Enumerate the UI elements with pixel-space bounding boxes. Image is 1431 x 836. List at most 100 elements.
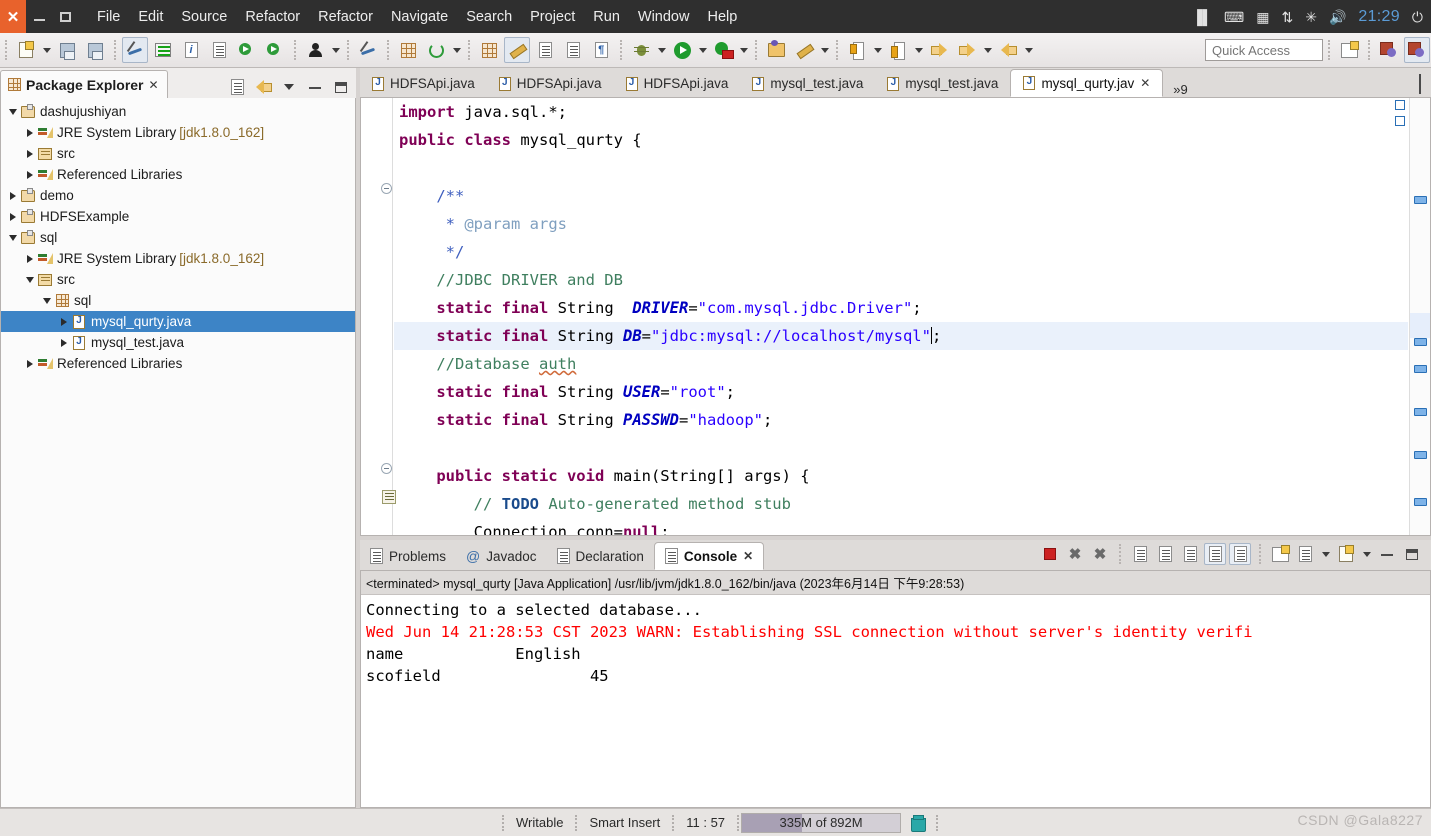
search-marker-button[interactable] xyxy=(476,37,502,63)
code-line[interactable]: static final String DRIVER="com.mysql.jd… xyxy=(394,294,1408,322)
editor-tab[interactable]: mysql_qurty.jav ✕ xyxy=(1010,69,1164,97)
menu-item-search[interactable]: Search xyxy=(457,6,521,28)
twisty-collapsed-icon[interactable] xyxy=(24,360,36,368)
previous-annotation-button[interactable] xyxy=(926,37,952,63)
refresh-dropdown[interactable] xyxy=(450,37,463,63)
perspective-java[interactable] xyxy=(1404,37,1430,63)
twisty-collapsed-icon[interactable] xyxy=(24,171,36,179)
run-coverage-dropdown[interactable] xyxy=(737,37,750,63)
menu-item-project[interactable]: Project xyxy=(521,6,584,28)
menu-item-run[interactable]: Run xyxy=(584,6,629,28)
maximize-view-icon[interactable] xyxy=(330,76,352,98)
toggle-link-button[interactable] xyxy=(122,37,148,63)
code-line[interactable]: public static void main(String[] args) { xyxy=(394,462,1408,490)
menu-item-source[interactable]: Source xyxy=(172,6,236,28)
new-wizard-button[interactable] xyxy=(13,37,39,63)
project-tree[interactable]: dashujushiyan JRE System Library [jdk1.8.0… xyxy=(0,98,356,808)
keyboard-icon[interactable]: ⌨ xyxy=(1224,10,1244,24)
view-menu-chevron-down-icon[interactable] xyxy=(278,76,300,98)
perspective-java-ee[interactable] xyxy=(1376,37,1402,63)
link-editor-icon[interactable] xyxy=(252,76,274,98)
refresh-button[interactable] xyxy=(423,37,449,63)
properties-button[interactable] xyxy=(206,37,232,63)
run-gc-button[interactable] xyxy=(901,812,934,834)
new-wizard-dropdown[interactable] xyxy=(40,37,53,63)
twisty-collapsed-icon[interactable] xyxy=(24,255,36,263)
check-in-dropdown[interactable] xyxy=(871,37,884,63)
menu-item-window[interactable]: Window xyxy=(629,6,699,28)
minimize-console-button[interactable] xyxy=(1376,543,1398,565)
run-coverage-button[interactable] xyxy=(710,37,736,63)
ruler-marker[interactable] xyxy=(1414,408,1427,416)
outline-marker-icon[interactable] xyxy=(1395,100,1405,110)
show-console-on-output-button[interactable] xyxy=(1204,543,1226,565)
overview-ruler[interactable] xyxy=(1409,98,1430,535)
code-line[interactable]: //Database auth xyxy=(394,350,1408,378)
tree-item[interactable]: sql xyxy=(1,227,355,248)
console-tab-close-icon[interactable]: ✕ xyxy=(743,549,753,563)
back-button[interactable] xyxy=(954,37,980,63)
input-method-icon[interactable]: ▐▌ xyxy=(1192,10,1212,24)
open-type-button[interactable] xyxy=(763,37,789,63)
console-output[interactable]: Connecting to a selected database... Wed … xyxy=(361,595,1430,687)
console-body[interactable]: <terminated> mysql_qurty [Java Applicati… xyxy=(360,570,1431,808)
twisty-collapsed-icon[interactable] xyxy=(24,150,36,158)
back-dropdown[interactable] xyxy=(981,37,994,63)
twisty-expanded-icon[interactable] xyxy=(24,277,36,283)
table-button[interactable] xyxy=(560,37,586,63)
user-button[interactable] xyxy=(302,37,328,63)
folding-column[interactable] xyxy=(379,98,396,535)
display-console-button[interactable] xyxy=(1294,543,1316,565)
pin-console-button[interactable] xyxy=(1269,543,1291,565)
code-line[interactable]: * @param args xyxy=(394,210,1408,238)
code-line[interactable] xyxy=(394,434,1408,462)
tree-item[interactable]: JRE System Library [jdk1.8.0_162] xyxy=(1,248,355,269)
code-line[interactable] xyxy=(394,154,1408,182)
editor-gutter[interactable] xyxy=(361,98,396,535)
ruler-marker[interactable] xyxy=(1414,451,1427,459)
tree-item[interactable]: Referenced Libraries xyxy=(1,164,355,185)
user-dropdown[interactable] xyxy=(329,37,342,63)
ruler-marker[interactable] xyxy=(1414,338,1427,346)
restore-console-button[interactable] xyxy=(1401,543,1423,565)
tree-item[interactable]: src xyxy=(1,143,355,164)
scroll-lock-button[interactable] xyxy=(1154,543,1176,565)
collapse-all-icon[interactable] xyxy=(226,76,248,98)
volume-icon[interactable]: 🔊 xyxy=(1329,10,1346,24)
twisty-collapsed-icon[interactable] xyxy=(24,129,36,137)
save-all-button[interactable] xyxy=(82,37,108,63)
remove-all-terminated-button[interactable]: ✖ xyxy=(1089,543,1111,565)
tree-item[interactable]: dashujushiyan xyxy=(1,101,355,122)
highlight-button[interactable] xyxy=(504,37,530,63)
new-package-button[interactable] xyxy=(395,37,421,63)
code-line[interactable]: */ xyxy=(394,238,1408,266)
tree-item[interactable]: HDFSExample xyxy=(1,206,355,227)
code-text[interactable]: import java.sql.*; public class mysql_qur… xyxy=(394,98,1408,535)
fold-toggle-icon[interactable] xyxy=(381,463,392,474)
minimize-view-icon[interactable] xyxy=(304,76,326,98)
ruler-marker[interactable] xyxy=(1414,498,1427,506)
run-button[interactable] xyxy=(669,37,695,63)
export-button[interactable] xyxy=(532,37,558,63)
clear-console-button[interactable] xyxy=(1129,543,1151,565)
tree-item[interactable]: src xyxy=(1,269,355,290)
debug-dropdown[interactable] xyxy=(655,37,668,63)
power-icon[interactable]: ⏻ xyxy=(1412,10,1423,24)
editor-tab-overflow[interactable]: »9 xyxy=(1163,82,1197,97)
console-tab-problems[interactable]: Problems xyxy=(360,542,456,570)
menu-item-edit[interactable]: Edit xyxy=(129,6,172,28)
annotate-button[interactable] xyxy=(791,37,817,63)
pilcrow-button[interactable]: ¶ xyxy=(588,37,614,63)
window-maximize-button[interactable] xyxy=(52,0,78,33)
editor-tab[interactable]: HDFSApi.java xyxy=(360,70,487,97)
menu-item-refactor[interactable]: Refactor xyxy=(236,6,309,28)
menu-item-navigate[interactable]: Navigate xyxy=(382,6,457,28)
code-line[interactable]: static final String PASSWD="hadoop"; xyxy=(394,406,1408,434)
console-tab-console[interactable]: Console ✕ xyxy=(653,542,765,570)
tree-item[interactable]: Referenced Libraries xyxy=(1,353,355,374)
code-line[interactable]: Connection conn=null; xyxy=(394,518,1408,535)
outline-marker-icon[interactable] xyxy=(1395,116,1405,126)
twisty-collapsed-icon[interactable] xyxy=(7,192,19,200)
twisty-expanded-icon[interactable] xyxy=(7,235,19,241)
show-console-on-error-button[interactable] xyxy=(1229,543,1251,565)
